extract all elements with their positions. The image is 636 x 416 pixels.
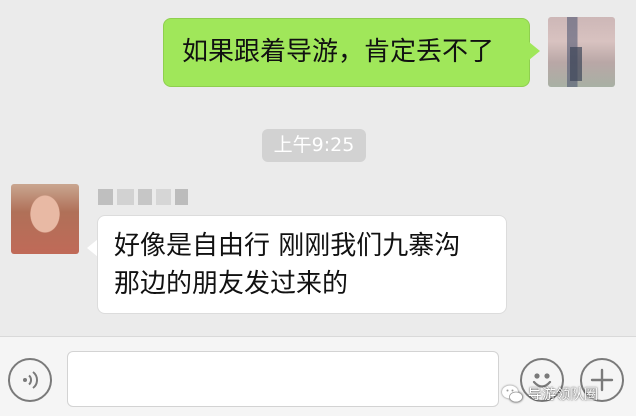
voice-input-button[interactable] <box>8 358 52 402</box>
incoming-message-line-2: 那边的朋友发过来的 <box>114 269 349 299</box>
sender-name-blurred <box>98 189 188 205</box>
watermark: 导游领队圈 <box>500 381 598 407</box>
outgoing-message-text: 如果跟着导游，肯定丢不了 <box>182 37 495 67</box>
incoming-message-bubble[interactable]: 好像是自由行 刚刚我们九寨沟 那边的朋友发过来的 <box>97 215 507 314</box>
self-avatar[interactable] <box>548 17 615 87</box>
incoming-message-line-1: 好像是自由行 刚刚我们九寨沟 <box>114 231 461 261</box>
outgoing-message-bubble[interactable]: 如果跟着导游，肯定丢不了 <box>163 18 530 87</box>
chat-area: 如果跟着导游，肯定丢不了 上午9:25 好像是自由行 刚刚我们九寨沟 那边的朋友… <box>0 0 636 336</box>
message-timestamp: 上午9:25 <box>262 129 366 162</box>
contact-avatar[interactable] <box>11 184 79 254</box>
wechat-official-account-icon <box>502 385 523 403</box>
message-text-input[interactable] <box>67 351 499 407</box>
watermark-text: 导游领队圈 <box>528 387 598 403</box>
outgoing-bubble-tail <box>529 42 540 60</box>
voice-icon <box>23 371 38 389</box>
